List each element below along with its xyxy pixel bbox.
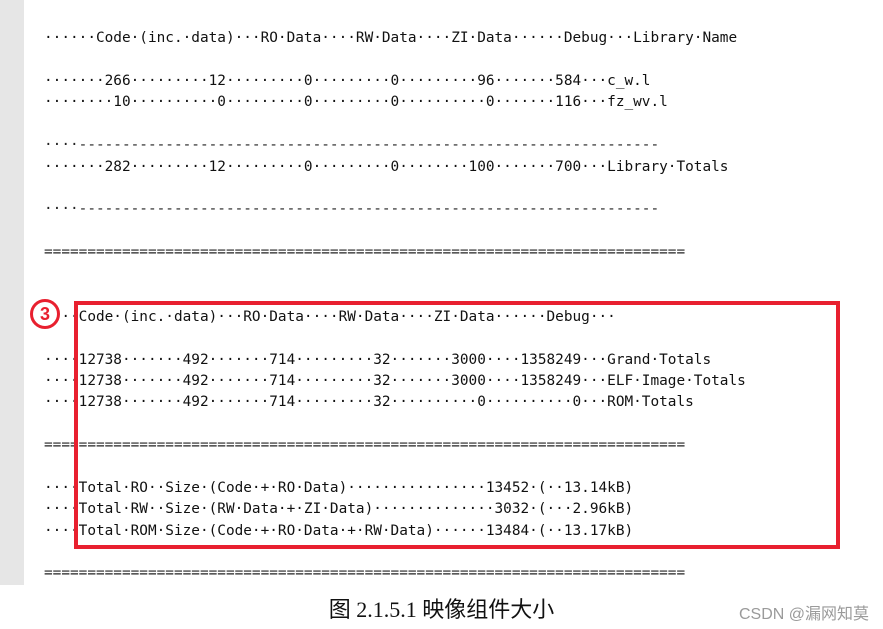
dash-separator: ····------------------------------------… [44, 137, 660, 153]
circled-number-badge: 3 [30, 299, 60, 329]
library-row-c-w: ·······266·········12·········0·········… [44, 73, 651, 89]
code-listing-panel: ······Code·(inc.·data)···RO·Data····RW·D… [0, 0, 883, 585]
line-gutter [0, 0, 24, 585]
watermark: CSDN @漏网知莫 [738, 606, 869, 623]
library-totals-row: ·······282·········12·········0·········… [44, 159, 729, 175]
equals-separator: ========================================… [44, 244, 686, 260]
equals-separator: ========================================… [44, 565, 686, 581]
library-header-row: ······Code·(inc.·data)···RO·Data····RW·D… [44, 30, 738, 46]
library-row-fz-wv: ········10··········0·········0·········… [44, 94, 668, 110]
dash-separator: ····------------------------------------… [44, 201, 660, 217]
highlight-box [74, 301, 840, 549]
